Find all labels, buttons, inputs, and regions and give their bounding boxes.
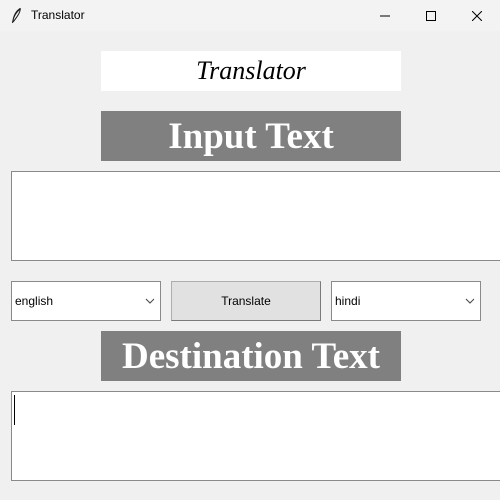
text-cursor xyxy=(14,395,15,425)
close-button[interactable] xyxy=(454,0,500,31)
app-heading: Translator xyxy=(101,51,401,91)
title-bar: Translator xyxy=(0,0,500,31)
feather-icon xyxy=(12,7,21,23)
destination-text-label: Destination Text xyxy=(101,331,401,381)
input-text-area[interactable] xyxy=(11,171,500,261)
window-title: Translator xyxy=(31,8,85,22)
translate-button[interactable]: Translate xyxy=(171,281,321,321)
destination-text-area[interactable] xyxy=(11,391,500,481)
minimize-icon xyxy=(380,15,390,16)
input-text-label: Input Text xyxy=(101,111,401,161)
close-icon xyxy=(472,10,482,21)
chevron-down-icon xyxy=(465,298,475,304)
maximize-button[interactable] xyxy=(408,0,454,31)
source-language-select[interactable]: english xyxy=(11,281,161,321)
target-language-value: hindi xyxy=(335,294,361,308)
source-language-value: english xyxy=(15,294,54,308)
chevron-down-icon xyxy=(145,298,155,304)
target-language-select[interactable]: hindi xyxy=(331,281,481,321)
minimize-button[interactable] xyxy=(362,0,408,31)
maximize-icon xyxy=(426,10,436,21)
